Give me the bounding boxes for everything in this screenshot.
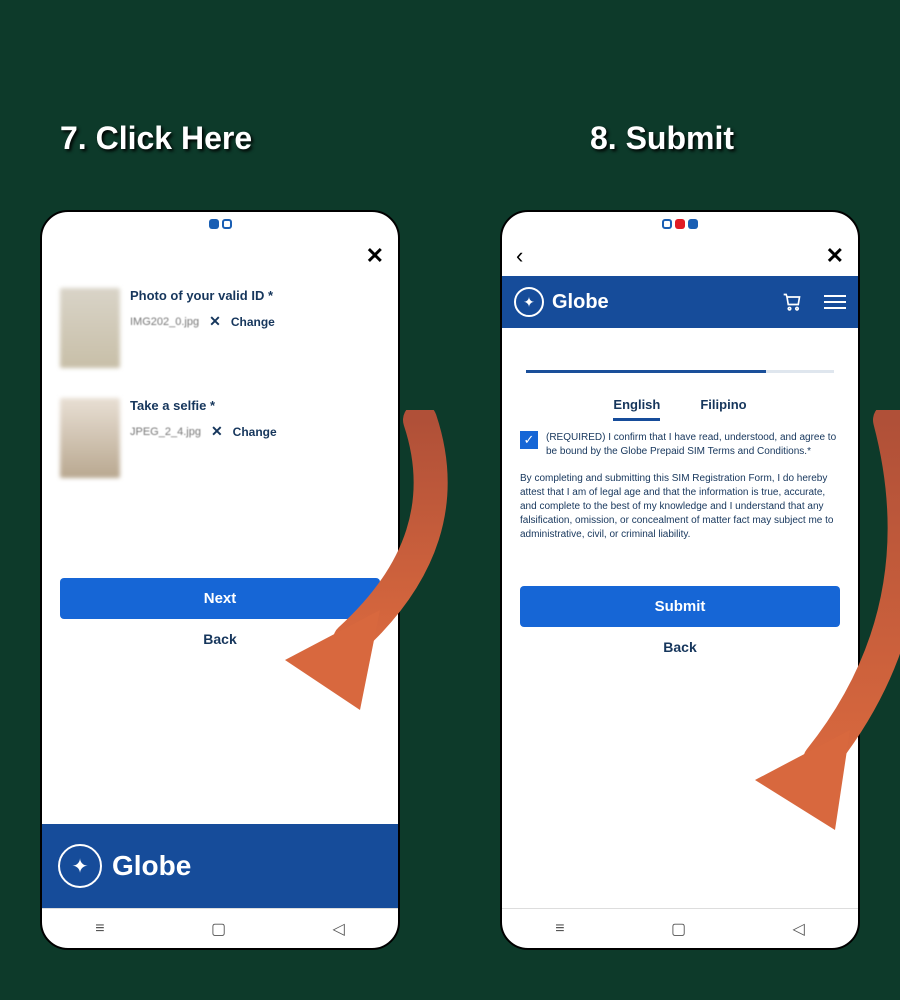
- valid-id-label: Photo of your valid ID *: [130, 288, 275, 303]
- recent-apps-icon[interactable]: ≡: [95, 920, 104, 938]
- tab-filipino[interactable]: Filipino: [700, 397, 746, 421]
- phone-step-7: ✕ Photo of your valid ID * IMG202_0.jpg …: [40, 210, 400, 950]
- selfie-label: Take a selfie *: [130, 398, 277, 413]
- change-selfie-button[interactable]: Change: [233, 425, 277, 439]
- back-button[interactable]: Back: [520, 627, 840, 667]
- submit-button[interactable]: Submit: [520, 586, 840, 627]
- required-consent-text: (REQUIRED) I confirm that I have read, u…: [546, 431, 840, 458]
- back-button[interactable]: Back: [60, 619, 380, 659]
- globe-logo-icon: ✦: [514, 287, 544, 317]
- id-photo-thumbnail: [60, 288, 120, 368]
- consent-form: English Filipino ✓ (REQUIRED) I confirm …: [502, 328, 858, 908]
- recent-apps-icon[interactable]: ≡: [555, 920, 564, 938]
- selfie-thumbnail: [60, 398, 120, 478]
- globe-footer: ✦ Globe: [42, 824, 398, 908]
- id-filename: IMG202_0.jpg: [130, 316, 199, 328]
- home-icon[interactable]: ▢: [671, 919, 686, 939]
- close-icon[interactable]: ✕: [366, 243, 384, 269]
- step-7-label: 7. Click Here: [60, 120, 252, 157]
- language-tabs: English Filipino: [520, 397, 840, 421]
- status-bar: [502, 212, 858, 236]
- android-nav-bar: ≡ ▢ ◁: [42, 908, 398, 948]
- webview-top-bar: ✕: [42, 236, 398, 276]
- status-bar: [42, 212, 398, 236]
- menu-icon[interactable]: [824, 295, 846, 309]
- phone-step-8: ‹ ✕ ✦ Globe English Filipino ✓ (REQUIRED…: [500, 210, 860, 950]
- selfie-filename: JPEG_2_4.jpg: [130, 426, 201, 438]
- globe-wordmark: Globe: [112, 850, 191, 882]
- cart-icon[interactable]: [778, 288, 806, 316]
- remove-id-icon[interactable]: ✕: [209, 313, 221, 330]
- next-button[interactable]: Next: [60, 578, 380, 619]
- back-nav-icon[interactable]: ◁: [332, 919, 344, 939]
- globe-wordmark: Globe: [552, 291, 770, 314]
- tab-english[interactable]: English: [613, 397, 660, 421]
- webview-top-bar: ‹ ✕: [502, 236, 858, 276]
- back-chevron-icon[interactable]: ‹: [516, 243, 523, 269]
- required-checkbox[interactable]: ✓: [520, 431, 538, 449]
- remove-selfie-icon[interactable]: ✕: [211, 423, 223, 440]
- globe-logo-icon: ✦: [58, 844, 102, 888]
- close-icon[interactable]: ✕: [826, 243, 844, 269]
- android-nav-bar: ≡ ▢ ◁: [502, 908, 858, 948]
- globe-header: ✦ Globe: [502, 276, 858, 328]
- home-icon[interactable]: ▢: [211, 919, 226, 939]
- upload-form: Photo of your valid ID * IMG202_0.jpg ✕ …: [42, 276, 398, 824]
- attestation-text: By completing and submitting this SIM Re…: [520, 472, 840, 542]
- progress-bar: [526, 370, 834, 373]
- step-8-label: 8. Submit: [590, 120, 734, 157]
- back-nav-icon[interactable]: ◁: [792, 919, 804, 939]
- change-id-button[interactable]: Change: [231, 315, 275, 329]
